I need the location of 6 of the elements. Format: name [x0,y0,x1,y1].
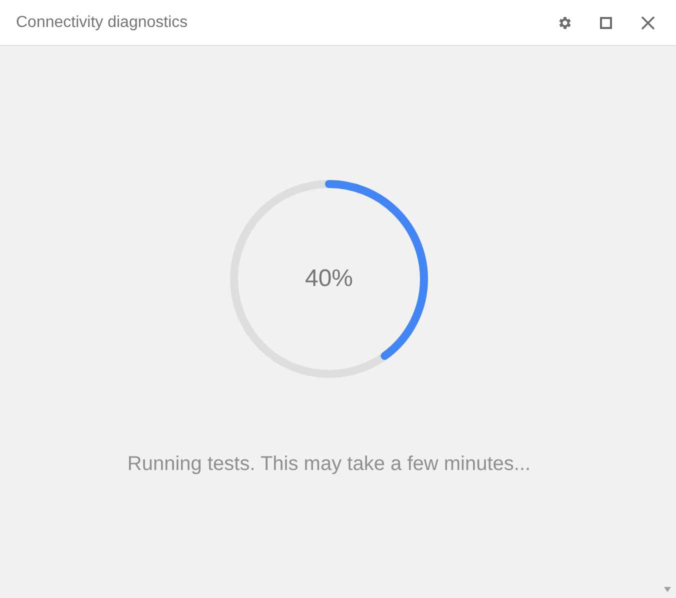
window-title: Connectivity diagnostics [16,12,189,32]
progress-percentage: 40% [304,264,354,294]
close-icon [641,16,655,30]
settings-icon [557,14,573,30]
status-message: Running tests. This may take a few minutes... [127,452,531,477]
maximize-icon [600,16,612,28]
